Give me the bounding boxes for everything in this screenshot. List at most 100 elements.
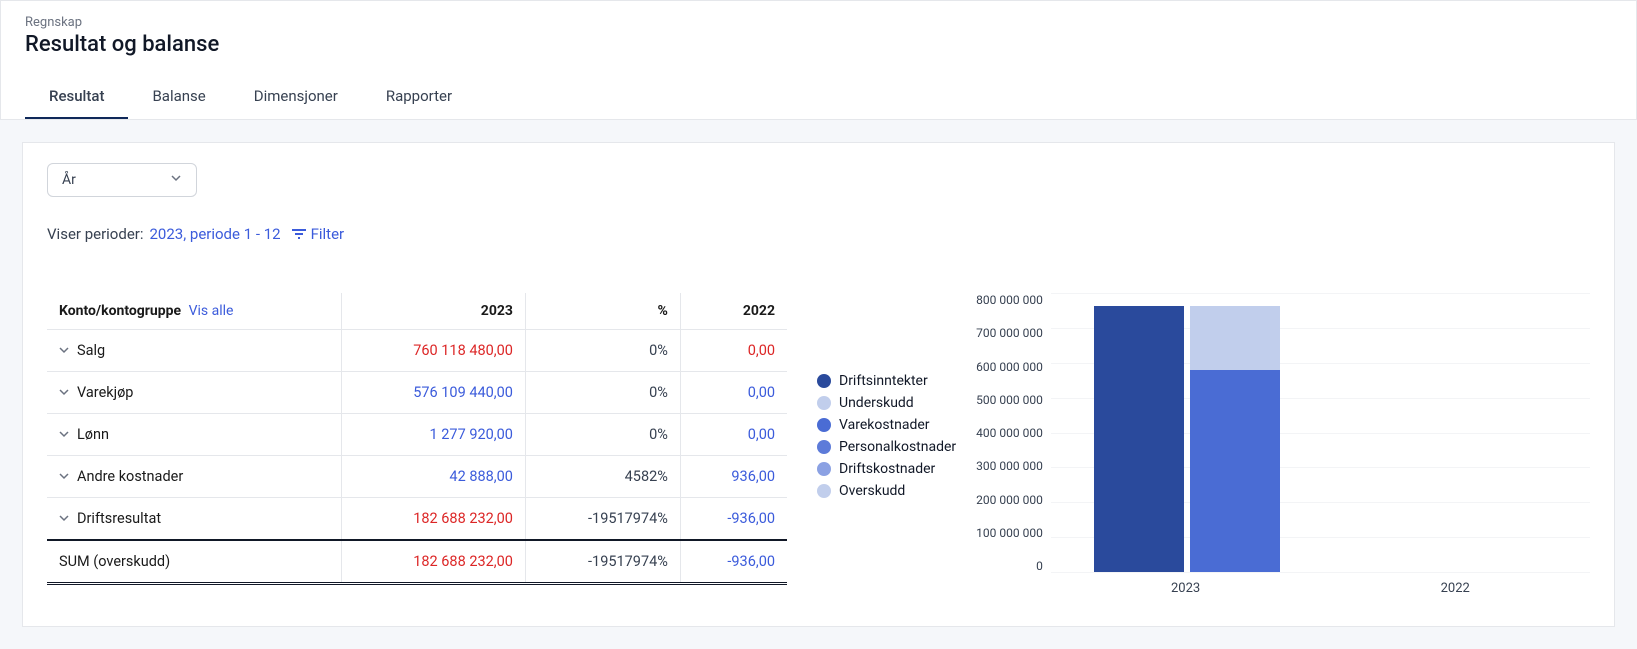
chevron-down-icon: [59, 342, 69, 359]
legend-dot-icon: [817, 396, 831, 410]
sum-2022: -936,00: [680, 540, 787, 584]
legend-item: Overskudd: [817, 483, 956, 499]
cell-pct: -19517974%: [525, 498, 680, 541]
chevron-down-icon: [59, 426, 69, 443]
chart-legend: Driftsinntekter Underskudd Varekostnader Pe…: [817, 293, 956, 505]
table-row[interactable]: Driftsresultat 182 688 232,00-19517974%-9…: [47, 498, 787, 541]
row-label: Salg: [77, 342, 105, 359]
tab-dimensjoner[interactable]: Dimensjoner: [230, 75, 362, 119]
sum-2023: 182 688 232,00: [341, 540, 525, 584]
chart-x-axis: 20232022: [1051, 581, 1590, 596]
legend-label: Underskudd: [839, 395, 914, 411]
cell-2023: 182 688 232,00: [341, 498, 525, 541]
result-table-wrap: Konto/kontogruppe Vis alle 2023 % 2022 S…: [47, 293, 787, 585]
chevron-down-icon: [170, 172, 182, 188]
col-header-pct: %: [525, 293, 680, 330]
table-row[interactable]: Andre kostnader 42 888,004582%936,00: [47, 456, 787, 498]
filter-icon: [291, 228, 307, 240]
cell-2022: 0,00: [680, 414, 787, 456]
row-label: Andre kostnader: [77, 468, 183, 485]
chart-y-axis: 800 000 000700 000 000600 000 000500 000…: [976, 293, 1051, 573]
legend-dot-icon: [817, 484, 831, 498]
col-header-name: Konto/kontogruppe Vis alle: [47, 293, 341, 330]
chart-wrap: Driftsinntekter Underskudd Varekostnader Pe…: [817, 293, 1590, 596]
legend-item: Varekostnader: [817, 417, 956, 433]
row-label: Varekjøp: [77, 384, 133, 401]
cell-2022: 0,00: [680, 330, 787, 372]
page-header: Regnskap Resultat og balanse ResultatBal…: [0, 0, 1637, 120]
page-title: Resultat og balanse: [25, 32, 1612, 57]
y-tick-label: 300 000 000: [976, 459, 1043, 473]
legend-item: Driftsinntekter: [817, 373, 956, 389]
tabs: ResultatBalanseDimensjonerRapporter: [25, 75, 1612, 119]
period-value-link[interactable]: 2023, periode 1 - 12: [150, 225, 281, 243]
sum-label: SUM (overskudd): [47, 540, 341, 584]
x-tick-label: 2022: [1320, 581, 1590, 596]
chevron-down-icon: [59, 510, 69, 527]
bar-segment: [1190, 306, 1280, 370]
period-select-label: År: [62, 172, 76, 188]
legend-label: Driftskostnader: [839, 461, 935, 477]
legend-dot-icon: [817, 374, 831, 388]
chart-area: 800 000 000700 000 000600 000 000500 000…: [976, 293, 1590, 596]
legend-dot-icon: [817, 440, 831, 454]
col-header-name-text: Konto/kontogruppe: [59, 303, 181, 319]
chevron-down-icon: [59, 384, 69, 401]
period-display-row: Viser perioder: 2023, periode 1 - 12 Fil…: [47, 225, 1590, 243]
result-table: Konto/kontogruppe Vis alle 2023 % 2022 S…: [47, 293, 787, 585]
cell-pct: 4582%: [525, 456, 680, 498]
chart-plot: [1051, 293, 1590, 573]
sum-pct: -19517974%: [525, 540, 680, 584]
cell-2022: -936,00: [680, 498, 787, 541]
tab-resultat[interactable]: Resultat: [25, 75, 128, 119]
y-tick-label: 200 000 000: [976, 493, 1043, 507]
cell-pct: 0%: [525, 372, 680, 414]
legend-label: Varekostnader: [839, 417, 930, 433]
cell-2023: 42 888,00: [341, 456, 525, 498]
y-tick-label: 700 000 000: [976, 326, 1043, 340]
legend-dot-icon: [817, 418, 831, 432]
col-header-2023: 2023: [341, 293, 525, 330]
breadcrumb: Regnskap: [25, 15, 1612, 30]
tab-balanse[interactable]: Balanse: [128, 75, 229, 119]
cell-2023: 1 277 920,00: [341, 414, 525, 456]
legend-label: Personalkostnader: [839, 439, 956, 455]
bar-segment: [1094, 306, 1184, 572]
cell-2022: 936,00: [680, 456, 787, 498]
x-tick-label: 2023: [1051, 581, 1321, 596]
y-tick-label: 0: [976, 559, 1043, 573]
table-row[interactable]: Salg 760 118 480,000%0,00: [47, 330, 787, 372]
content-card: År Viser perioder: 2023, periode 1 - 12 …: [22, 142, 1615, 627]
legend-label: Overskudd: [839, 483, 905, 499]
chart-bar: [1190, 306, 1280, 572]
tab-rapporter[interactable]: Rapporter: [362, 75, 476, 119]
cell-2023: 576 109 440,00: [341, 372, 525, 414]
period-select[interactable]: År: [47, 163, 197, 197]
col-header-2022: 2022: [680, 293, 787, 330]
legend-item: Underskudd: [817, 395, 956, 411]
table-row[interactable]: Varekjøp 576 109 440,000%0,00: [47, 372, 787, 414]
chart-bar: [1094, 306, 1184, 572]
legend-item: Driftskostnader: [817, 461, 956, 477]
cell-2022: 0,00: [680, 372, 787, 414]
y-tick-label: 400 000 000: [976, 426, 1043, 440]
row-label: Driftsresultat: [77, 510, 161, 527]
legend-label: Driftsinntekter: [839, 373, 928, 389]
cell-pct: 0%: [525, 330, 680, 372]
table-row[interactable]: Lønn 1 277 920,000%0,00: [47, 414, 787, 456]
period-prefix: Viser perioder:: [47, 225, 144, 243]
chevron-down-icon: [59, 468, 69, 485]
legend-dot-icon: [817, 462, 831, 476]
bar-group: [1094, 306, 1280, 572]
filter-label: Filter: [311, 225, 345, 243]
cell-pct: 0%: [525, 414, 680, 456]
legend-item: Personalkostnader: [817, 439, 956, 455]
show-all-link[interactable]: Vis alle: [189, 303, 234, 319]
filter-button[interactable]: Filter: [291, 225, 345, 243]
row-label: Lønn: [77, 426, 109, 443]
y-tick-label: 100 000 000: [976, 526, 1043, 540]
cell-2023: 760 118 480,00: [341, 330, 525, 372]
table-sum-row: SUM (overskudd)182 688 232,00-19517974%-…: [47, 540, 787, 584]
y-tick-label: 800 000 000: [976, 293, 1043, 307]
y-tick-label: 600 000 000: [976, 360, 1043, 374]
